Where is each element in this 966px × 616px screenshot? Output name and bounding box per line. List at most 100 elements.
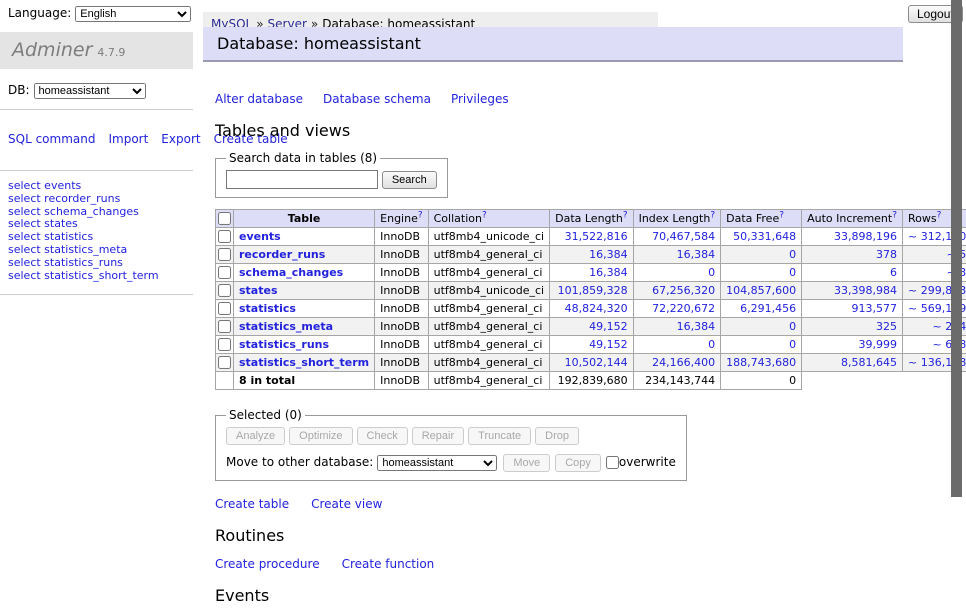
cell-link-data-free[interactable]: 104,857,600 xyxy=(726,284,796,297)
sidebar: Adminer4.7.9 DB:homeassistant SQL comman… xyxy=(0,32,193,295)
routines-heading: Routines xyxy=(215,526,905,545)
column-header-engine: Engine xyxy=(380,212,418,225)
cell-link-auto-increment[interactable]: 378 xyxy=(876,248,897,261)
help-link-auto-increment[interactable]: ? xyxy=(892,210,897,220)
cell-link-data-length[interactable]: 101,859,328 xyxy=(558,284,628,297)
row-checkbox-statistics-runs[interactable] xyxy=(218,338,231,351)
cell-link-data-length[interactable]: 31,522,816 xyxy=(565,230,628,243)
cell-engine: InnoDB xyxy=(375,264,428,282)
truncate-button[interactable]: Truncate xyxy=(468,427,531,445)
cell-link-index-length[interactable]: 16,384 xyxy=(677,248,716,261)
cell-link-data-free[interactable]: 0 xyxy=(789,266,796,279)
table-link-events[interactable]: events xyxy=(239,230,281,243)
cell-link-data-free[interactable]: 0 xyxy=(789,320,796,333)
link-select-statistics-meta[interactable]: select statistics_meta xyxy=(8,244,185,257)
cell-link-auto-increment[interactable]: 39,999 xyxy=(859,338,898,351)
db-select[interactable]: homeassistant xyxy=(34,83,146,99)
drop-button[interactable]: Drop xyxy=(535,427,579,445)
link-select-events[interactable]: select events xyxy=(8,180,185,193)
cell-link-data-length[interactable]: 10,502,144 xyxy=(565,356,628,369)
overwrite-checkbox[interactable] xyxy=(606,456,619,469)
table-link-schema-changes[interactable]: schema_changes xyxy=(239,266,343,279)
table-link-statistics-runs[interactable]: statistics_runs xyxy=(239,338,329,351)
link-select-statistics-short-term[interactable]: select statistics_short_term xyxy=(8,270,185,283)
row-checkbox-events[interactable] xyxy=(218,230,231,243)
language-select[interactable]: English xyxy=(75,6,191,22)
cell-link-data-length[interactable]: 16,384 xyxy=(589,248,628,261)
cell-link-index-length[interactable]: 16,384 xyxy=(677,320,716,333)
select-all-checkbox[interactable] xyxy=(218,212,231,225)
cell-link-data-free[interactable]: 188,743,680 xyxy=(726,356,796,369)
row-checkbox-statistics-short-term[interactable] xyxy=(218,356,231,369)
database-quick-links: Alter database Database schema Privileges xyxy=(215,92,905,106)
cell-link-data-free[interactable]: 50,331,648 xyxy=(733,230,796,243)
analyze-button[interactable]: Analyze xyxy=(226,427,285,445)
copy-button[interactable]: Copy xyxy=(555,454,601,472)
link-create-procedure[interactable]: Create procedure xyxy=(215,557,320,571)
cell-link-data-length[interactable]: 49,152 xyxy=(589,338,628,351)
cell-link-index-length[interactable]: 67,256,320 xyxy=(652,284,715,297)
cell-link-data-free[interactable]: 6,291,456 xyxy=(740,302,796,315)
search-button[interactable]: Search xyxy=(382,171,437,189)
link-export[interactable]: Export xyxy=(161,132,200,146)
link-alter-database[interactable]: Alter database xyxy=(215,92,303,106)
repair-button[interactable]: Repair xyxy=(412,427,464,445)
help-link-data-length[interactable]: ? xyxy=(623,210,628,220)
help-link-rows[interactable]: ? xyxy=(937,210,942,220)
cell-collation: utf8mb4_general_ci xyxy=(428,300,549,318)
cell-link-auto-increment[interactable]: 913,577 xyxy=(852,302,898,315)
cell-engine: InnoDB xyxy=(375,336,428,354)
cell-link-index-length[interactable]: 24,166,400 xyxy=(652,356,715,369)
check-button[interactable]: Check xyxy=(357,427,408,445)
search-legend: Search data in tables (8) xyxy=(226,151,380,165)
total-cell xyxy=(216,372,234,390)
cell-link-auto-increment[interactable]: 325 xyxy=(876,320,897,333)
cell-link-data-length[interactable]: 16,384 xyxy=(589,266,628,279)
help-link-collation[interactable]: ? xyxy=(482,210,487,220)
table-link-statistics-meta[interactable]: statistics_meta xyxy=(239,320,333,333)
column-header-index-length: Index Length xyxy=(639,212,711,225)
optimize-button[interactable]: Optimize xyxy=(289,427,352,445)
vertical-scrollbar[interactable] xyxy=(951,0,962,497)
link-create-view[interactable]: Create view xyxy=(311,497,382,511)
help-link-index-length[interactable]: ? xyxy=(710,210,715,220)
move-db-select[interactable]: homeassistant xyxy=(377,455,497,471)
cell-link-data-length[interactable]: 49,152 xyxy=(589,320,628,333)
cell-link-index-length[interactable]: 72,220,672 xyxy=(652,302,715,315)
link-sql-command[interactable]: SQL command xyxy=(8,132,95,146)
table-link-statistics-short-term[interactable]: statistics_short_term xyxy=(239,356,369,369)
row-checkbox-statistics-meta[interactable] xyxy=(218,320,231,333)
cell-link-auto-increment[interactable]: 33,398,984 xyxy=(834,284,897,297)
table-row-statistics-runs: statistics_runsInnoDButf8mb4_general_ci4… xyxy=(216,336,966,354)
page-title: Database: homeassistant xyxy=(203,27,903,62)
row-checkbox-states[interactable] xyxy=(218,284,231,297)
row-checkbox-recorder-runs[interactable] xyxy=(218,248,231,261)
link-import[interactable]: Import xyxy=(108,132,148,146)
table-link-recorder-runs[interactable]: recorder_runs xyxy=(239,248,325,261)
link-create-table[interactable]: Create table xyxy=(215,497,289,511)
link-privileges[interactable]: Privileges xyxy=(451,92,509,106)
link-select-statistics-runs[interactable]: select statistics_runs xyxy=(8,257,185,270)
cell-link-index-length[interactable]: 0 xyxy=(708,266,715,279)
cell-link-data-free[interactable]: 0 xyxy=(789,248,796,261)
cell-link-index-length[interactable]: 0 xyxy=(708,338,715,351)
cell-link-data-free[interactable]: 0 xyxy=(789,338,796,351)
row-checkbox-schema-changes[interactable] xyxy=(218,266,231,279)
cell-engine: InnoDB xyxy=(375,246,428,264)
table-link-statistics[interactable]: statistics xyxy=(239,302,296,315)
link-database-schema[interactable]: Database schema xyxy=(323,92,431,106)
help-link-engine[interactable]: ? xyxy=(418,210,423,220)
cell-link-auto-increment[interactable]: 6 xyxy=(890,266,897,279)
link-create-function[interactable]: Create function xyxy=(342,557,435,571)
cell-link-auto-increment[interactable]: 8,581,645 xyxy=(841,356,897,369)
row-checkbox-statistics[interactable] xyxy=(218,302,231,315)
link-select-recorder-runs[interactable]: select recorder_runs xyxy=(8,193,185,206)
cell-link-auto-increment[interactable]: 33,898,196 xyxy=(834,230,897,243)
help-link-data-free[interactable]: ? xyxy=(779,210,784,220)
cell-link-index-length[interactable]: 70,467,584 xyxy=(652,230,715,243)
search-input[interactable] xyxy=(226,170,378,189)
table-link-states[interactable]: states xyxy=(239,284,278,297)
move-button[interactable]: Move xyxy=(503,454,550,472)
cell-link-data-length[interactable]: 48,824,320 xyxy=(565,302,628,315)
cell-engine: InnoDB xyxy=(375,228,428,246)
